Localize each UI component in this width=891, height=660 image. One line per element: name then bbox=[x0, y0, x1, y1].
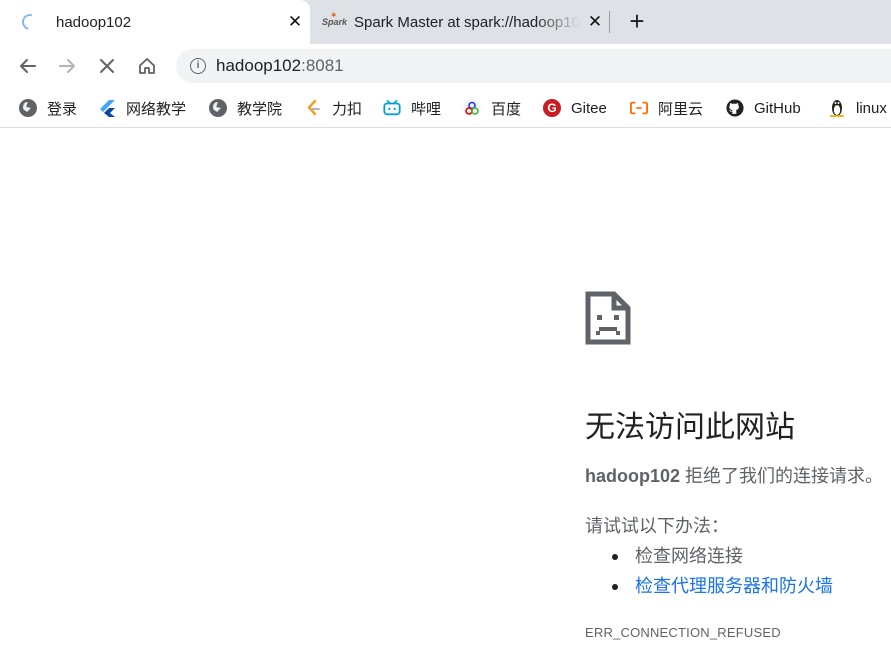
close-icon bbox=[100, 59, 114, 73]
tab-strip: hadoop102 ✕ Spark Spark Master at spark:… bbox=[0, 0, 891, 44]
globe-icon bbox=[19, 99, 37, 117]
leetcode-icon bbox=[304, 99, 322, 117]
bookmark-aliyun[interactable]: 阿里云 bbox=[630, 96, 703, 120]
info-icon[interactable]: i bbox=[190, 58, 206, 74]
bookmark-login[interactable]: 登录 bbox=[19, 96, 77, 120]
error-title: 无法访问此网站 bbox=[585, 411, 795, 444]
bookmark-leetcode[interactable]: 力扣 bbox=[304, 96, 362, 120]
stop-loading-button[interactable] bbox=[92, 51, 122, 81]
tab-spark-master[interactable]: Spark Spark Master at spark://hadoop102:… bbox=[312, 0, 610, 44]
bookmark-github[interactable]: GitHub bbox=[726, 96, 801, 120]
back-button[interactable] bbox=[13, 51, 43, 81]
error-host: hadoop102 bbox=[585, 466, 681, 486]
bookmarks-bar: 登录 网络教学 教学院 力扣 哔哩 百度 G Gitee 阿里云 GitHub … bbox=[0, 88, 891, 128]
suggestions-heading: 请试试以下办法： bbox=[585, 516, 729, 536]
bookmark-label: 教学院 bbox=[237, 100, 283, 118]
close-tab-icon[interactable]: ✕ bbox=[580, 12, 610, 32]
bookmark-bilibili[interactable]: 哔哩 bbox=[383, 96, 441, 120]
github-icon bbox=[726, 99, 744, 117]
bookmark-network-teaching[interactable]: 网络教学 bbox=[98, 96, 186, 120]
flutter-icon bbox=[98, 99, 116, 117]
toolbar: i hadoop102:8081 bbox=[0, 44, 891, 88]
bookmark-gitee[interactable]: G Gitee bbox=[543, 96, 607, 120]
bookmark-label: 力扣 bbox=[332, 100, 363, 118]
linux-tux-icon bbox=[828, 99, 846, 117]
spark-logo-icon: Spark bbox=[322, 7, 347, 30]
url-port: :8081 bbox=[301, 56, 344, 75]
baidu-icon bbox=[463, 99, 481, 117]
suggestion-link-text[interactable]: 检查代理服务器和防火墙 bbox=[635, 576, 833, 596]
address-bar[interactable]: i hadoop102:8081 bbox=[176, 49, 891, 83]
bullet bbox=[612, 554, 618, 561]
close-tab-icon[interactable]: ✕ bbox=[280, 12, 310, 32]
error-message-text: 拒绝了我们的连接请求。 bbox=[680, 466, 884, 486]
bookmark-teaching-college[interactable]: 教学院 bbox=[209, 96, 282, 120]
loading-spinner-icon bbox=[19, 11, 41, 33]
home-button[interactable] bbox=[132, 51, 162, 81]
sad-page-icon bbox=[585, 291, 631, 350]
arrow-left-icon bbox=[20, 59, 36, 73]
bookmark-label: 网络教学 bbox=[126, 100, 187, 118]
gitee-icon: G bbox=[543, 99, 561, 117]
tab-separator bbox=[609, 11, 610, 33]
aliyun-icon bbox=[630, 99, 648, 117]
url-host: hadoop102 bbox=[216, 56, 302, 75]
bookmark-label: 哔哩 bbox=[411, 100, 442, 118]
suggestion-check-network: 检查网络连接 bbox=[612, 542, 743, 568]
forward-button[interactable] bbox=[52, 51, 82, 81]
tab-title: Spark Master at spark://hadoop102:7077 bbox=[354, 13, 580, 31]
suggestion-check-proxy-firewall-link[interactable]: 检查代理服务器和防火墙 bbox=[612, 572, 833, 598]
new-tab-button[interactable]: + bbox=[622, 7, 652, 37]
tab-hadoop102[interactable]: hadoop102 ✕ bbox=[0, 0, 310, 44]
tab-title: hadoop102 bbox=[56, 13, 132, 31]
bilibili-icon bbox=[383, 99, 401, 117]
arrow-right-icon bbox=[59, 59, 75, 73]
bookmark-label: 百度 bbox=[491, 100, 522, 118]
bookmark-linux[interactable]: linux bbox=[828, 96, 887, 120]
bookmark-label: Gitee bbox=[571, 99, 607, 117]
globe-icon bbox=[209, 99, 227, 117]
error-code: ERR_CONNECTION_REFUSED bbox=[585, 625, 781, 640]
error-message: hadoop102 拒绝了我们的连接请求。 bbox=[585, 462, 883, 488]
bookmark-label: 登录 bbox=[47, 100, 78, 118]
bookmark-label: linux bbox=[856, 99, 887, 117]
bookmark-label: 阿里云 bbox=[658, 100, 704, 118]
bookmark-baidu[interactable]: 百度 bbox=[463, 96, 521, 120]
home-icon bbox=[139, 58, 155, 74]
suggestion-text: 检查网络连接 bbox=[635, 546, 743, 566]
bookmark-label: GitHub bbox=[754, 99, 801, 117]
bullet bbox=[612, 584, 618, 591]
